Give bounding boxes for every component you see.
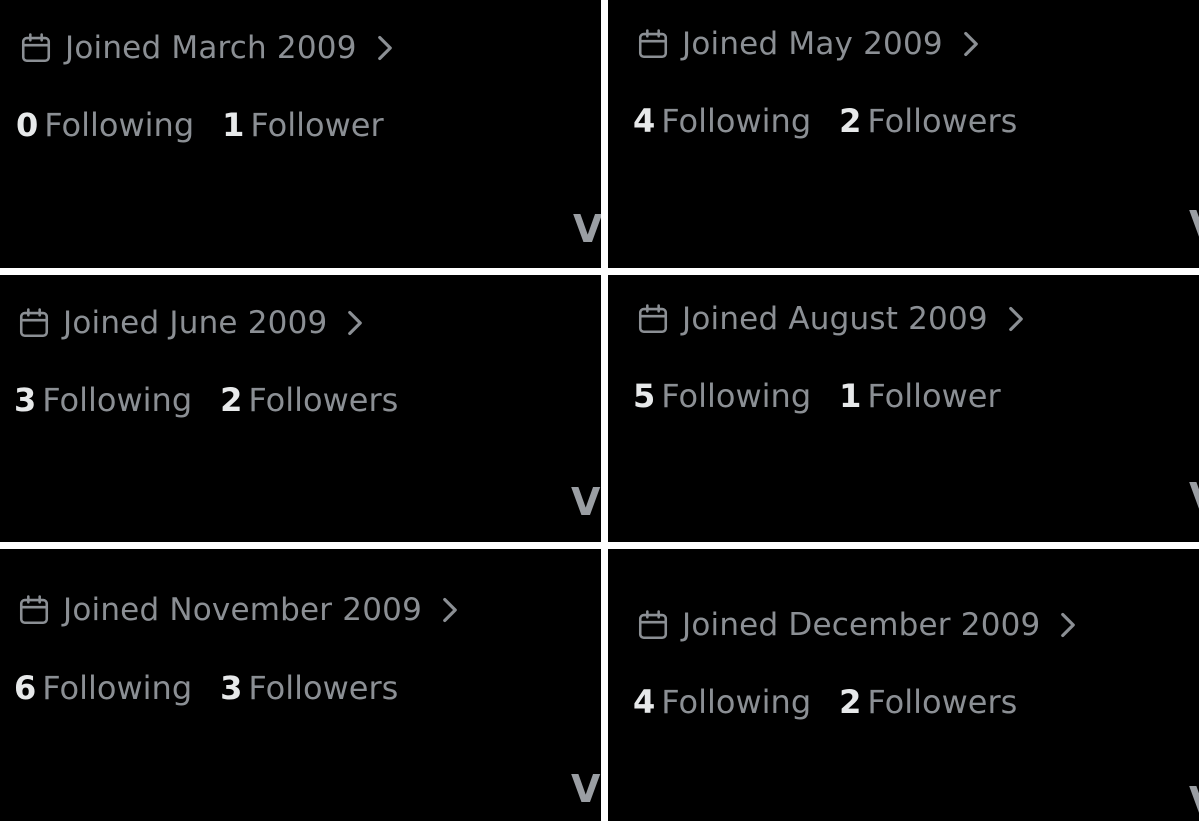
- following-label: Following: [42, 669, 193, 707]
- following-link[interactable]: 4 Following: [633, 683, 811, 721]
- following-count: 4: [633, 683, 656, 721]
- profile-panel-november: Joined November 2009 6 Following 3 Follower…: [0, 549, 601, 821]
- follow-counts: 5 Following 1 Follower: [633, 377, 1001, 415]
- followers-link[interactable]: 3 Followers: [220, 669, 398, 707]
- chevron-right-icon: [1008, 306, 1023, 332]
- profile-panel-june: Joined June 2009 3 Following 2 Followers V: [0, 275, 601, 542]
- following-count: 3: [14, 381, 37, 419]
- calendar-icon: [21, 33, 51, 63]
- followers-label: Followers: [248, 381, 399, 419]
- followers-count: 3: [220, 669, 243, 707]
- joined-label: Joined March 2009: [65, 30, 357, 66]
- following-link[interactable]: 0 Following: [16, 106, 194, 144]
- follow-counts: 4 Following 2 Followers: [633, 102, 1017, 140]
- chevron-right-icon: [348, 310, 363, 336]
- following-label: Following: [661, 102, 812, 140]
- calendar-icon: [638, 610, 668, 640]
- joined-date[interactable]: Joined August 2009: [636, 301, 1026, 337]
- following-link[interactable]: 6 Following: [14, 669, 192, 707]
- followers-link[interactable]: 2 Followers: [839, 102, 1017, 140]
- following-label: Following: [42, 381, 193, 419]
- following-link[interactable]: 4 Following: [633, 102, 811, 140]
- following-link[interactable]: 3 Following: [14, 381, 192, 419]
- following-count: 6: [14, 669, 37, 707]
- follow-counts: 0 Following 1 Follower: [16, 106, 384, 144]
- joined-label: Joined June 2009: [63, 305, 328, 341]
- following-label: Following: [661, 377, 812, 415]
- clipped-letter: V: [1189, 203, 1199, 247]
- profile-panel-august: Joined August 2009 5Following 1Follower V: [608, 275, 1199, 542]
- followers-link[interactable]: 2 Followers: [839, 683, 1017, 721]
- followers-count: 1: [839, 377, 862, 415]
- profile-panel-december: Joined December 2009 4 Following 2 Follower…: [608, 549, 1199, 821]
- followers-label: Followers: [867, 683, 1018, 721]
- follow-counts: 6 Following 3 Followers: [14, 669, 398, 707]
- followers-link[interactable]: 2 Followers: [220, 381, 398, 419]
- profile-panel-may: Joined May 2009 4Following 2Followers V: [608, 0, 1199, 268]
- follow-counts: 3 Following 2 Followers: [14, 381, 398, 419]
- clipped-letter: V: [571, 767, 601, 811]
- joined-label: Joined November 2009: [63, 592, 422, 628]
- followers-label: Follower: [250, 106, 384, 144]
- chevron-right-icon: [1061, 612, 1076, 638]
- following-count: 0: [16, 106, 39, 144]
- clipped-letter: V: [1189, 779, 1199, 821]
- follow-counts: 4 Following 2 Followers: [633, 683, 1017, 721]
- following-label: Following: [661, 683, 812, 721]
- chevron-right-icon: [377, 35, 392, 61]
- joined-date[interactable]: Joined May 2009: [636, 26, 981, 62]
- joined-date[interactable]: Joined March 2009: [19, 30, 395, 66]
- joined-label: Joined May 2009: [682, 26, 943, 62]
- calendar-icon: [19, 595, 49, 625]
- joined-label: Joined August 2009: [682, 301, 988, 337]
- following-label: Following: [44, 106, 195, 144]
- calendar-icon: [19, 308, 49, 338]
- chevron-right-icon: [963, 31, 978, 57]
- chevron-right-icon: [443, 597, 457, 623]
- joined-label: Joined December 2009: [682, 607, 1041, 643]
- followers-count: 2: [839, 683, 862, 721]
- clipped-letter: V: [573, 207, 601, 251]
- following-count: 4: [633, 102, 656, 140]
- followers-count: 2: [220, 381, 243, 419]
- joined-date[interactable]: Joined December 2009: [636, 607, 1078, 643]
- clipped-letter: V: [1189, 475, 1199, 519]
- following-link[interactable]: 5 Following: [633, 377, 811, 415]
- followers-link[interactable]: 1 Follower: [222, 106, 383, 144]
- followers-label: Followers: [867, 102, 1018, 140]
- followers-label: Followers: [248, 669, 399, 707]
- followers-count: 1: [222, 106, 245, 144]
- clipped-letter: V: [571, 480, 601, 524]
- calendar-icon: [638, 29, 668, 59]
- calendar-icon: [638, 304, 668, 334]
- following-count: 5: [633, 377, 656, 415]
- followers-label: Follower: [867, 377, 1001, 415]
- followers-link[interactable]: 1 Follower: [839, 377, 1000, 415]
- joined-date[interactable]: Joined November 2009: [17, 592, 460, 628]
- profile-panel-march: Joined March 2009 0 Following 1 Follower V: [0, 0, 601, 268]
- followers-count: 2: [839, 102, 862, 140]
- joined-date[interactable]: Joined June 2009: [17, 305, 365, 341]
